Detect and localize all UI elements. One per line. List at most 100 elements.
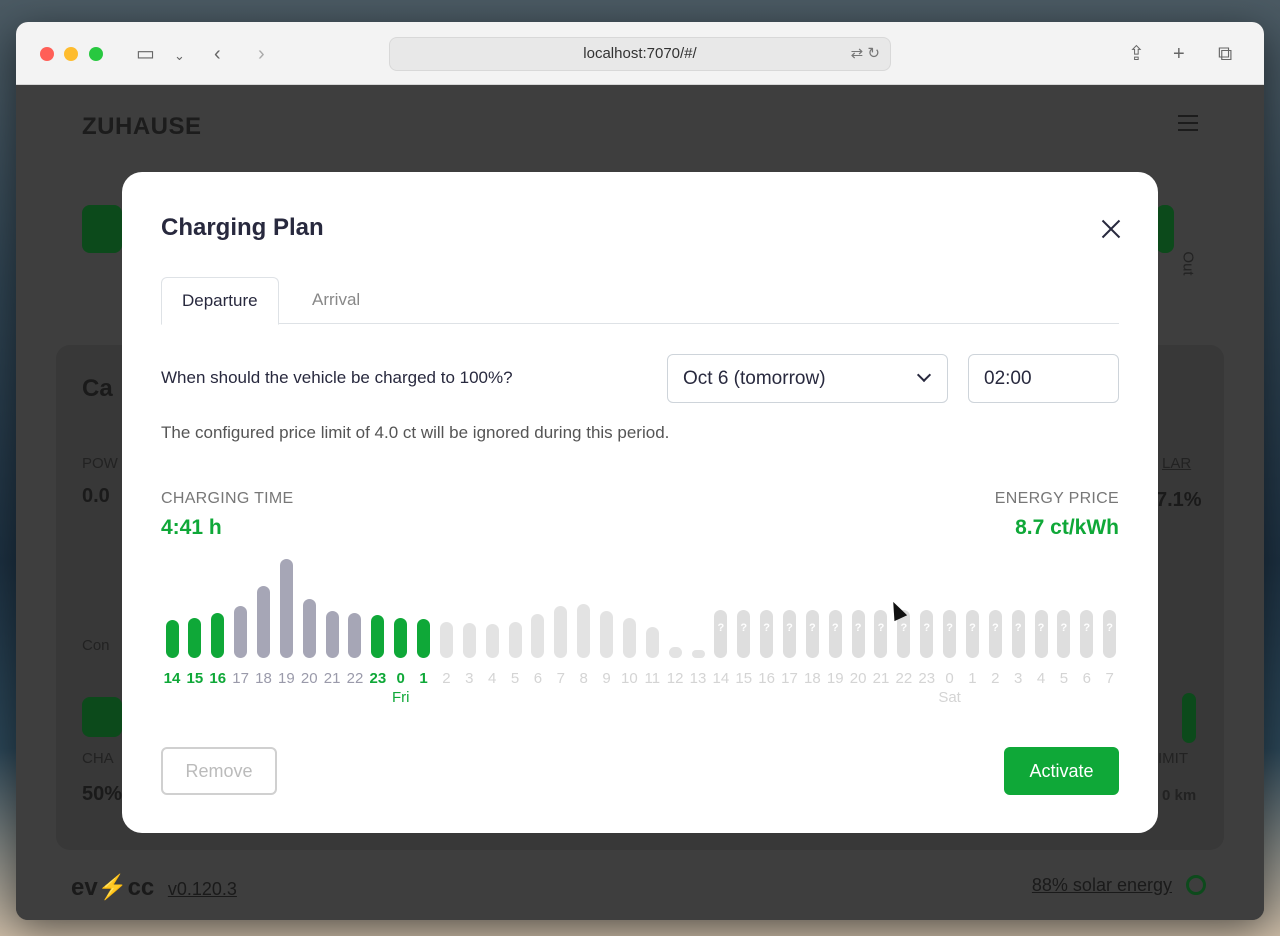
hour-label: 7 [1105,670,1114,687]
bg-charge-value: 50% [82,783,123,805]
unknown-price-marker: ? [991,622,999,634]
chart-bar[interactable] [279,558,293,658]
chart-bar[interactable] [325,610,339,658]
chart-bar[interactable]: ? [737,610,751,658]
close-icon[interactable] [1100,218,1122,240]
share-icon[interactable]: ⇪ [1128,42,1145,66]
address-bar[interactable]: localhost:7070/#/ ⇄ ↻ [389,37,891,71]
chart-bar[interactable]: ? [920,610,934,658]
chart-bar[interactable] [234,606,248,658]
chart-bar[interactable] [622,618,636,658]
chart-bar[interactable] [439,621,453,658]
close-window-button[interactable] [40,47,54,61]
back-arrow-icon[interactable]: ‹ [214,42,221,66]
bg-charge-label: CHA [82,750,114,767]
bg-mode-button [82,205,122,253]
chart-bar[interactable] [577,603,591,658]
chart-bar[interactable]: ? [988,610,1002,658]
chart-bar[interactable]: ? [782,610,796,658]
chart-bar[interactable]: ? [851,610,865,658]
remove-button[interactable]: Remove [161,747,277,795]
chart-bar[interactable] [417,619,431,658]
chart-bar[interactable] [531,614,545,658]
hour-label: 6 [533,670,543,687]
hour-label: 10 [621,670,638,687]
bg-out-text: Out [1179,251,1197,276]
chart-bar[interactable] [348,613,362,658]
forward-arrow-icon[interactable]: › [258,42,265,66]
chevron-down-icon[interactable]: ⌄ [174,44,185,68]
reload-icon[interactable]: ↻ [867,45,880,62]
hour-label: 3 [465,670,474,687]
chart-bar[interactable]: ? [828,610,842,658]
url-text: localhost:7070/#/ [583,45,697,62]
hour-label: 4 [488,670,497,687]
hour-label: 22 [895,670,913,687]
activate-button[interactable]: Activate [1004,747,1119,795]
bg-solar-value: 7.1% [1156,489,1202,511]
version-link[interactable]: v0.120.3 [168,879,237,899]
chart-bar[interactable] [668,646,682,658]
chart-bar[interactable] [394,618,408,658]
chart-bar[interactable] [554,606,568,658]
chart-bar[interactable] [256,585,270,658]
chart-bar[interactable] [188,618,202,658]
hour-label: 20 [300,670,318,687]
hour-label: 11 [644,670,661,687]
chart-bar[interactable]: ? [805,610,819,658]
tab-departure[interactable]: Departure [161,277,279,325]
chart-bar[interactable]: ? [943,610,957,658]
chart-bar[interactable] [508,622,522,658]
minimize-window-button[interactable] [64,47,78,61]
chart-bar[interactable]: ? [965,610,979,658]
date-select[interactable]: Oct 6 (tomorrow) [667,354,948,403]
tab-arrival[interactable]: Arrival [292,277,380,325]
chart-bar[interactable] [165,620,179,658]
browser-toolbar: ▭ ⌄ ‹ › localhost:7070/#/ ⇄ ↻ ⇪ + ⧉ [16,22,1264,85]
chart-bar[interactable]: ? [1080,610,1094,658]
chart-bar[interactable]: ? [714,610,728,658]
zoom-window-button[interactable] [89,47,103,61]
bg-progress-bar [82,697,122,737]
chart-bar[interactable] [211,613,225,658]
translate-icon[interactable]: ⇄ [851,45,864,62]
hour-label: 5 [1059,670,1069,687]
chart-bar[interactable]: ? [1103,610,1117,658]
charging-time-label: CHARGING TIME [161,490,294,507]
unknown-price-marker: ? [808,622,816,634]
chart-bar[interactable] [645,626,659,658]
day-label: Fri [391,689,410,706]
bg-limit-label: IMIT [1158,750,1188,767]
energy-price-label: ENERGY PRICE [994,490,1119,507]
unknown-price-marker: ? [717,622,725,634]
chart-bar[interactable]: ? [1057,610,1071,658]
unknown-price-marker: ? [786,622,793,634]
chart-bar[interactable]: ? [1034,610,1048,658]
solar-energy-link[interactable]: 88% solar energy [1032,875,1172,896]
hour-label: 20 [849,670,867,687]
menu-icon[interactable] [1178,115,1198,131]
chart-bar[interactable]: ? [874,610,888,658]
tab-overview-icon[interactable]: ⧉ [1218,42,1232,66]
unknown-price-marker: ? [900,622,908,634]
chart-bar[interactable] [302,599,316,658]
chart-bar[interactable] [462,623,476,658]
chart-bar[interactable] [485,624,499,658]
hour-label: 21 [872,670,890,687]
site-title: ZUHAUSE [82,113,202,140]
hour-label: 12 [666,670,684,687]
unknown-price-marker: ? [740,622,748,634]
chart-bar[interactable] [371,615,385,658]
time-input[interactable] [968,354,1119,403]
hour-label: 17 [232,670,249,687]
hour-label: 23 [918,670,936,687]
new-tab-icon[interactable]: + [1173,42,1185,66]
chart-bar[interactable]: ? [1011,610,1025,658]
chart-bar[interactable] [600,611,614,658]
bg-connected-text: Con [82,637,110,654]
hour-label: 23 [369,670,387,687]
sidebar-toggle-icon[interactable]: ▭ [136,42,155,66]
bg-power-value: 0.0 [82,485,110,507]
chart-bar[interactable] [691,649,705,658]
chart-bar[interactable]: ? [760,610,774,658]
